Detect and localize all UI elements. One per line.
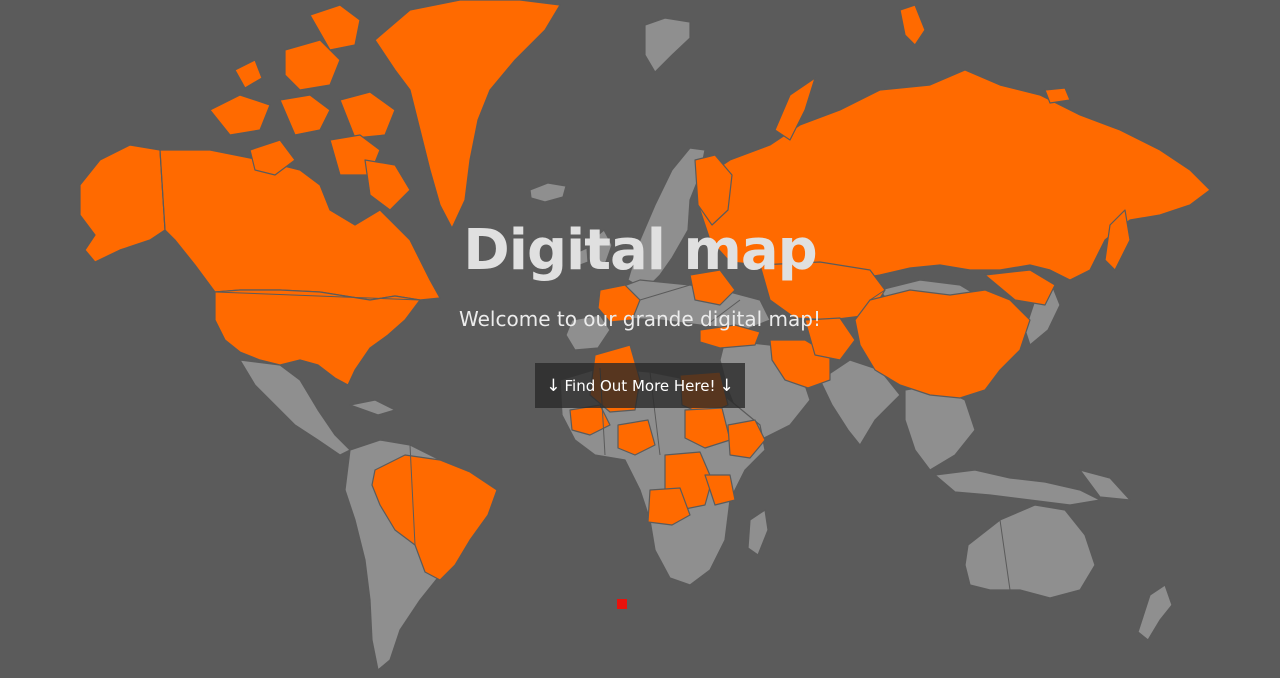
find-out-more-label: Find Out More Here! bbox=[564, 376, 716, 395]
arrow-down-icon: ↓ bbox=[546, 375, 561, 396]
arrow-down-icon: ↓ bbox=[719, 375, 734, 396]
map-stage: Digital map Welcome to our grande digita… bbox=[0, 0, 1280, 678]
find-out-more-button[interactable]: ↓ Find Out More Here! ↓ bbox=[535, 363, 745, 408]
red-square-marker-icon[interactable] bbox=[617, 599, 627, 609]
world-map[interactable] bbox=[0, 0, 1280, 678]
